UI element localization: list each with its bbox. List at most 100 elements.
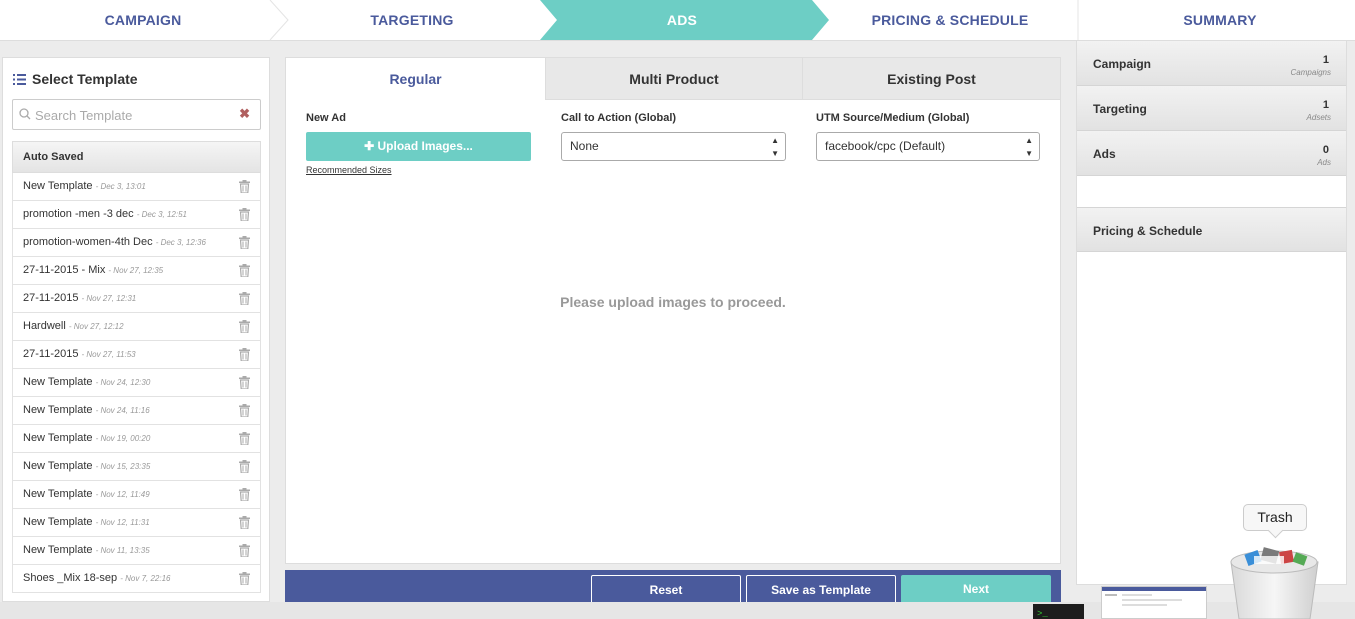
window-preview-icon: [1102, 587, 1206, 606]
template-name: Shoes _Mix 18-sep: [23, 572, 118, 584]
template-date: - Nov 7, 22:16: [120, 574, 171, 583]
trash-tooltip: Trash: [1243, 504, 1307, 531]
template-date: - Nov 11, 13:35: [95, 546, 150, 555]
template-row[interactable]: New Template - Nov 12, 11:31: [12, 509, 261, 537]
trash-icon[interactable]: [239, 488, 250, 501]
tab-existing-post[interactable]: Existing Post: [802, 58, 1060, 100]
template-date: - Nov 12, 11:31: [95, 518, 150, 527]
search-icon: [19, 108, 31, 120]
trash-icon[interactable]: [239, 516, 250, 529]
trash-icon[interactable]: [1228, 546, 1321, 619]
utm-label: UTM Source/Medium (Global): [816, 112, 970, 124]
template-date: - Nov 24, 11:16: [95, 406, 150, 415]
terminal-thumbnail[interactable]: >_: [1033, 604, 1084, 619]
trash-bin-graphic: [1230, 547, 1319, 619]
svg-text:>_: >_: [1037, 609, 1048, 619]
updown-arrows-icon: ▲ ▼: [771, 136, 779, 158]
template-panel: Select Template ✖ Auto Saved New Templat…: [2, 57, 270, 602]
summary-unit: Ads: [1317, 158, 1331, 167]
template-row[interactable]: promotion -men -3 dec - Dec 3, 12:51: [12, 201, 261, 229]
trash-icon[interactable]: [239, 404, 250, 417]
template-panel-title: Select Template: [13, 71, 138, 87]
template-date: - Nov 27, 12:35: [108, 266, 164, 275]
summary-count: 1: [1322, 99, 1329, 111]
trash-icon[interactable]: [239, 236, 250, 249]
summary-label: Pricing & Schedule: [1093, 224, 1203, 238]
summary-campaign[interactable]: Campaign 1 Campaigns: [1077, 41, 1346, 86]
ad-editor: Regular Multi Product Existing Post New …: [285, 57, 1061, 564]
template-name: 27-11-2015 - Mix: [23, 264, 106, 276]
trash-icon[interactable]: [239, 320, 250, 333]
step-targeting[interactable]: TARGETING: [270, 0, 554, 41]
trash-icon[interactable]: [239, 572, 250, 585]
template-name: New Template: [23, 544, 93, 556]
clear-icon[interactable]: ✖: [239, 106, 250, 122]
template-row[interactable]: 27-11-2015 - Mix - Nov 27, 12:35: [12, 257, 261, 285]
search-template-input[interactable]: [35, 106, 235, 124]
summary-count: 1: [1322, 54, 1329, 66]
trash-icon[interactable]: [239, 208, 250, 221]
template-date: - Dec 3, 12:36: [155, 238, 206, 247]
tab-regular[interactable]: Regular: [286, 58, 545, 100]
template-date: - Nov 24, 12:30: [95, 378, 151, 387]
trash-icon[interactable]: [239, 432, 250, 445]
template-name: promotion-women-4th Dec: [23, 236, 153, 248]
template-row[interactable]: Hardwell - Nov 27, 12:12: [12, 313, 261, 341]
recommended-sizes-link[interactable]: Recommended Sizes: [306, 165, 392, 175]
template-name: New Template: [23, 404, 93, 416]
trash-icon[interactable]: [239, 264, 250, 277]
template-row[interactable]: New Template - Nov 11, 13:35: [12, 537, 261, 565]
template-row[interactable]: New Template - Dec 3, 13:01: [12, 173, 261, 201]
summary-panel: Campaign 1 Campaigns Targeting 1 Adsets …: [1076, 41, 1347, 585]
wizard-steps: CAMPAIGN TARGETING ADS PRICING & SCHEDUL…: [0, 0, 1355, 41]
step-ads[interactable]: ADS: [540, 0, 824, 41]
step-campaign[interactable]: CAMPAIGN: [0, 0, 286, 41]
step-pricing-schedule[interactable]: PRICING & SCHEDULE: [812, 0, 1088, 41]
summary-targeting[interactable]: Targeting 1 Adsets: [1077, 86, 1346, 131]
template-panel-title-text: Select Template: [32, 71, 138, 87]
template-date: - Dec 3, 12:51: [136, 210, 187, 219]
template-date: - Nov 27, 12:12: [68, 322, 124, 331]
upload-images-button[interactable]: ✚ Upload Images...: [306, 132, 531, 161]
trash-icon[interactable]: [239, 544, 250, 557]
template-row[interactable]: New Template - Nov 15, 23:35: [12, 453, 261, 481]
summary-label: Targeting: [1093, 102, 1147, 116]
template-name: New Template: [23, 516, 93, 528]
template-name: promotion -men -3 dec: [23, 208, 134, 220]
step-summary[interactable]: SUMMARY: [1078, 0, 1355, 41]
template-name: New Template: [23, 376, 93, 388]
template-date: - Nov 15, 23:35: [95, 462, 151, 471]
template-date: - Nov 27, 12:31: [81, 294, 137, 303]
template-date: - Nov 19, 00:20: [95, 434, 151, 443]
template-row[interactable]: New Template - Nov 24, 12:30: [12, 369, 261, 397]
trash-icon[interactable]: [239, 376, 250, 389]
save-as-template-button[interactable]: Save as Template: [746, 575, 896, 605]
summary-pricing-schedule[interactable]: Pricing & Schedule: [1077, 207, 1346, 252]
terminal-icon: >_: [1037, 609, 1048, 619]
reset-button[interactable]: Reset: [591, 575, 741, 605]
template-row[interactable]: Shoes _Mix 18-sep - Nov 7, 22:16: [12, 565, 261, 593]
template-row[interactable]: promotion-women-4th Dec - Dec 3, 12:36: [12, 229, 261, 257]
tab-multi-product[interactable]: Multi Product: [545, 58, 802, 100]
auto-saved-header: Auto Saved: [12, 141, 261, 173]
utm-select[interactable]: facebook/cpc (Default) ▲ ▼: [816, 132, 1040, 161]
upload-images-label: Upload Images...: [377, 139, 473, 153]
template-row[interactable]: 27-11-2015 - Nov 27, 11:53: [12, 341, 261, 369]
trash-icon[interactable]: [239, 460, 250, 473]
trash-icon[interactable]: [239, 292, 250, 305]
template-row[interactable]: New Template - Nov 19, 00:20: [12, 425, 261, 453]
template-list: New Template - Dec 3, 13:01 promotion -me…: [12, 173, 261, 593]
trash-icon[interactable]: [239, 180, 250, 193]
template-row[interactable]: New Template - Nov 24, 11:16: [12, 397, 261, 425]
template-name: New Template: [23, 432, 93, 444]
search-template-field[interactable]: ✖: [12, 99, 261, 130]
summary-ads[interactable]: Ads 0 Ads: [1077, 131, 1346, 176]
trash-icon[interactable]: [239, 348, 250, 361]
window-thumbnail[interactable]: [1101, 586, 1207, 619]
new-ad-label: New Ad: [306, 112, 346, 124]
template-row[interactable]: 27-11-2015 - Nov 27, 12:31: [12, 285, 261, 313]
cta-select[interactable]: None ▲ ▼: [561, 132, 786, 161]
next-button[interactable]: Next: [901, 575, 1051, 605]
template-row[interactable]: New Template - Nov 12, 11:49: [12, 481, 261, 509]
template-date: - Dec 3, 13:01: [95, 182, 146, 191]
